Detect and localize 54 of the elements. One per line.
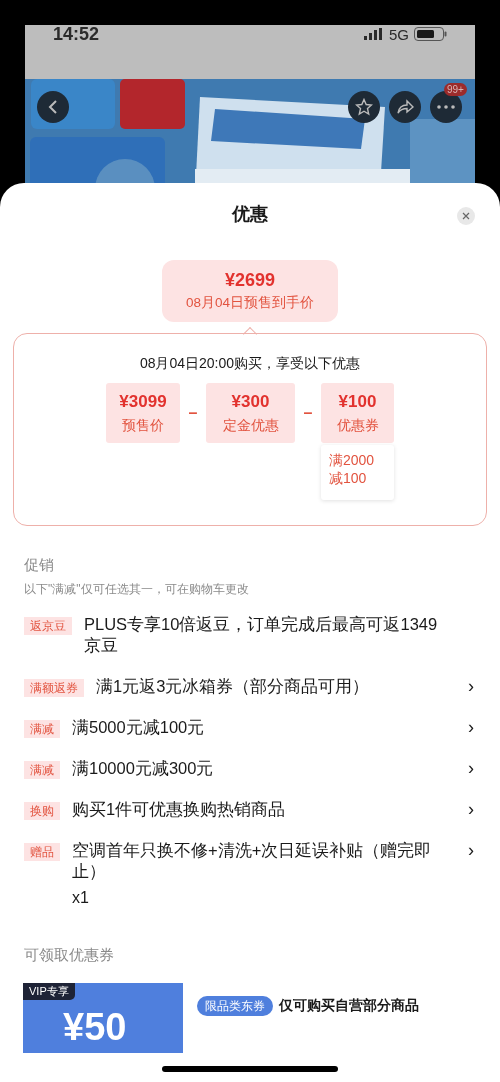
promotion-tag: 赠品 [24,843,60,861]
promotion-tag: 换购 [24,802,60,820]
signal-icon [364,28,384,40]
gift-quantity: x1 [72,888,90,908]
more-icon [437,105,455,109]
promotion-tag: 返京豆 [24,617,72,635]
component-label: 定金优惠 [222,416,279,435]
close-button[interactable] [457,207,475,225]
final-price: ¥2699 [224,269,276,292]
back-icon [47,99,59,115]
promotion-tag: 满减 [24,761,60,779]
chevron-icon: › [468,758,476,778]
minus-sign: – [302,403,314,423]
final-price-label: 08月04日预售到手价 [185,294,314,312]
network-label: 5G [389,26,409,42]
section-note: 以下"满减"仅可任选其一，可在购物车更改 [24,581,250,598]
promotion-text: 满1元返3元冰箱券（部分商品可用） [96,676,371,697]
chevron-icon: › [468,799,476,819]
promotion-tag: 满减 [24,720,60,738]
coupon-description: 仅可购买自营部分商品 [279,996,419,1015]
promotion-row[interactable]: 满额返券 满1元返3元冰箱券（部分商品可用） › [24,676,476,697]
battery-icon [414,27,447,41]
promotion-row[interactable]: 满减 满10000元减300元 › [24,758,476,779]
minus-sign: – [187,403,199,423]
section-title: 促销 [24,555,55,575]
category-tag: 限品类东券 [197,995,273,1016]
promotion-text: 空调首年只换不修+清洗+次日延误补贴（赠完即止） [72,840,433,882]
sheet-title: 优惠 [232,202,268,226]
promotion-row[interactable]: 换购 购买1件可优惠换购热销商品 › [24,799,476,820]
status-time: 14:52 [53,25,100,43]
promotion-row[interactable]: 赠品 空调首年只换不修+清洗+次日延误补贴（赠完即止） x1 › [24,840,476,908]
promotion-tag: 满额返券 [24,679,84,697]
promotion-row[interactable]: 满减 满5000元减100元 › [24,717,476,738]
component-amount: ¥3099 [119,391,167,413]
component-amount: ¥100 [338,391,377,413]
star-icon [355,98,373,116]
promotion-row[interactable]: 返京豆 PLUS专享10倍返豆，订单完成后最高可返1349京豆 [24,614,476,656]
promotion-text: 购买1件可优惠换购热销商品 [72,799,287,820]
close-icon [462,212,470,220]
breakdown-heading: 08月04日20:00购买，享受以下优惠 [139,354,361,373]
chevron-icon: › [468,717,476,737]
chevron-icon: › [468,840,476,860]
section-title: 可领取优惠券 [24,945,115,965]
promotion-text: 满5000元减100元 [72,717,206,738]
component-label: 优惠券 [336,416,379,435]
component-label: 预售价 [122,416,164,435]
vip-badge: VIP专享 [23,983,75,1000]
component-amount: ¥300 [231,391,270,413]
chevron-icon: › [468,676,476,696]
promotion-text: PLUS专享10倍返豆，订单完成后最高可返1349京豆 [84,614,439,656]
promotion-text: 满10000元减300元 [72,758,215,779]
coupon-amount: ¥50 [63,1005,127,1049]
coupon-condition: 满2000 减100 [321,445,394,500]
share-icon [396,99,414,115]
